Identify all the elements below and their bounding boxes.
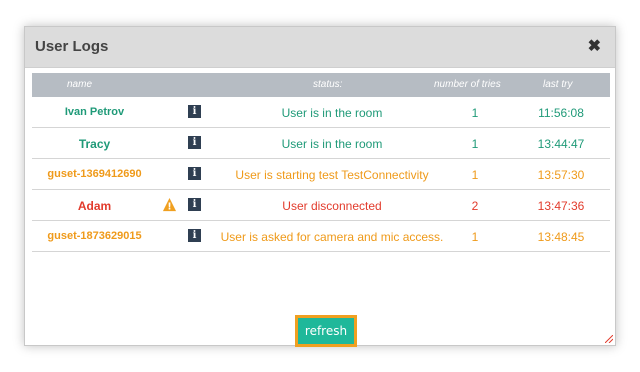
column-header-last-try: last try xyxy=(543,79,573,90)
info-icon[interactable]: i xyxy=(188,167,201,180)
resize-handle-icon[interactable] xyxy=(605,335,613,343)
row-tries: 1 xyxy=(471,106,479,120)
dialog-titlebar: User Logs ✖ xyxy=(25,27,615,68)
row-last-try: 13:48:45 xyxy=(537,230,585,244)
row-status: User is starting test TestConnectivity xyxy=(235,168,429,182)
row-last-try: 13:47:36 xyxy=(537,199,585,213)
row-tries: 1 xyxy=(471,137,479,151)
row-user-name: Adam xyxy=(77,199,112,213)
table-body: Ivan Petrov i User is in the room 1 11:56:08… xyxy=(32,97,610,252)
info-icon[interactable]: i xyxy=(188,198,201,211)
row-status: User disconnected xyxy=(282,199,382,213)
logs-table: name status: number of tries last try Iv… xyxy=(32,73,610,252)
column-header-name: name xyxy=(67,79,93,90)
info-icon[interactable]: i xyxy=(188,105,201,118)
row-user-name: guset-1873629015 xyxy=(47,230,142,242)
row-tries: 1 xyxy=(471,168,479,182)
column-header-status: status: xyxy=(313,79,343,90)
column-header-tries: number of tries xyxy=(434,79,501,90)
row-last-try: 13:44:47 xyxy=(537,137,585,151)
row-user-name: guset-1369412690 xyxy=(47,168,142,180)
refresh-button[interactable]: refresh xyxy=(295,315,357,347)
row-status: User is asked for camera and mic access. xyxy=(220,230,444,244)
table-row: guset-1369412690 i User is starting test T… xyxy=(32,159,610,190)
row-user-name: Ivan Petrov xyxy=(64,106,125,118)
table-row: Adam! i User disconnected 2 13:47:36 xyxy=(32,190,610,221)
info-icon[interactable]: i xyxy=(188,229,201,242)
row-user-name: Tracy xyxy=(78,137,111,151)
row-last-try: 13:57:30 xyxy=(537,168,585,182)
row-tries: 1 xyxy=(471,230,479,244)
row-tries: 2 xyxy=(471,199,479,213)
dialog-title: User Logs xyxy=(35,38,109,55)
svg-text:!: ! xyxy=(167,202,171,212)
user-logs-dialog: User Logs ✖ name status: number of tries… xyxy=(24,26,616,347)
row-status: User is in the room xyxy=(281,137,383,151)
row-status: User is in the room xyxy=(281,106,383,120)
table-row: Ivan Petrov i User is in the room 1 11:56:08 xyxy=(32,97,610,128)
refresh-button-label[interactable]: refresh xyxy=(298,318,354,344)
info-icon[interactable]: i xyxy=(188,136,201,149)
close-icon[interactable]: ✖ xyxy=(588,36,601,56)
row-last-try: 11:56:08 xyxy=(538,106,584,120)
table-row: guset-1873629015 i User is asked for camer… xyxy=(32,221,610,252)
table-row: Tracy i User is in the room 1 13:44:47 xyxy=(32,128,610,159)
warning-icon: ! xyxy=(162,197,177,212)
table-header: name status: number of tries last try xyxy=(32,73,610,97)
